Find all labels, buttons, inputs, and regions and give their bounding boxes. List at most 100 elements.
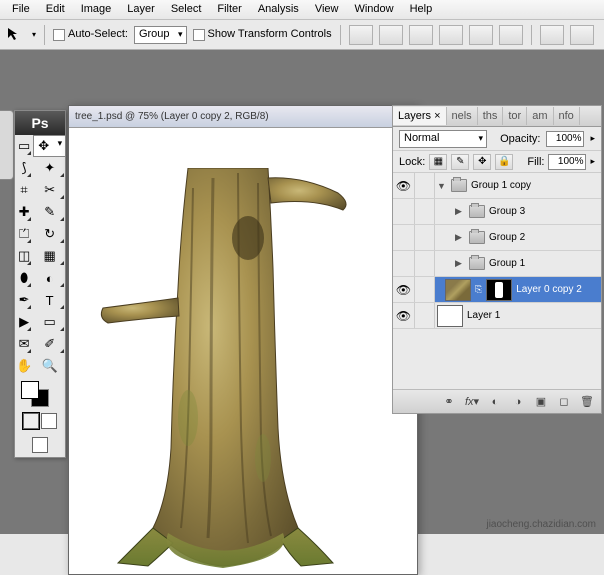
- tab-paths[interactable]: ths: [478, 107, 504, 125]
- layer-row[interactable]: 👁 Layer 1: [393, 303, 601, 329]
- collapsed-panel-tab[interactable]: [0, 110, 14, 180]
- visibility-toggle[interactable]: 👁: [393, 303, 415, 328]
- stamp-tool[interactable]: ⏍: [15, 223, 33, 245]
- visibility-toggle[interactable]: 👁: [393, 173, 415, 198]
- blur-tool[interactable]: ⬮: [15, 267, 33, 289]
- link-layers-button[interactable]: ⚭: [439, 393, 459, 411]
- menu-analysis[interactable]: Analysis: [250, 0, 307, 19]
- move-tool[interactable]: ✥: [33, 135, 66, 157]
- tool-preset-dropdown-icon[interactable]: ▾: [32, 30, 36, 39]
- auto-select-type-select[interactable]: Group: [134, 26, 187, 44]
- eyedropper-tool[interactable]: ✐: [33, 333, 66, 355]
- pen-tool[interactable]: ✒: [15, 289, 33, 311]
- new-layer-button[interactable]: ◻: [554, 393, 574, 411]
- opacity-input[interactable]: 100%: [546, 131, 584, 147]
- blend-mode-select[interactable]: Normal: [399, 130, 487, 148]
- marquee-tool[interactable]: ▭: [15, 135, 33, 157]
- history-brush-tool[interactable]: ↻: [33, 223, 66, 245]
- menu-filter[interactable]: Filter: [209, 0, 249, 19]
- layer-thumbnail[interactable]: [445, 279, 471, 301]
- layer-row[interactable]: ▶ Group 1: [393, 251, 601, 277]
- standard-mode-button[interactable]: [23, 413, 39, 429]
- notes-tool[interactable]: ✉: [15, 333, 33, 355]
- layer-name[interactable]: Group 1 copy: [471, 180, 531, 191]
- fill-slider-icon[interactable]: ▸: [590, 156, 595, 167]
- tab-history[interactable]: tor: [503, 107, 527, 125]
- twisty-icon[interactable]: ▼: [437, 181, 447, 191]
- canvas[interactable]: [73, 128, 413, 570]
- move-tool-icon[interactable]: [6, 26, 24, 44]
- distribute-button[interactable]: [570, 25, 594, 45]
- lock-transparency-button[interactable]: ▦: [429, 154, 447, 170]
- gradient-tool[interactable]: ▦: [33, 245, 66, 267]
- tab-channels[interactable]: nels: [447, 107, 478, 125]
- screen-mode-button[interactable]: [32, 437, 48, 453]
- quickmask-mode-button[interactable]: [41, 413, 57, 429]
- visibility-toggle[interactable]: 👁: [393, 277, 415, 302]
- lasso-tool[interactable]: ⟆: [15, 157, 33, 179]
- layer-row[interactable]: 👁 ⎘ Layer 0 copy 2: [393, 277, 601, 303]
- tab-info[interactable]: nfo: [554, 107, 580, 125]
- layer-name[interactable]: Group 2: [489, 232, 525, 243]
- layer-row[interactable]: ▶ Group 3: [393, 199, 601, 225]
- visibility-toggle[interactable]: [393, 251, 415, 276]
- distribute-button[interactable]: [540, 25, 564, 45]
- eraser-tool[interactable]: ◫: [15, 245, 33, 267]
- align-left-button[interactable]: [439, 25, 463, 45]
- zoom-tool[interactable]: 🔍: [33, 355, 66, 377]
- hand-tool[interactable]: ✋: [15, 355, 33, 377]
- crop-tool[interactable]: ⌗: [15, 179, 33, 201]
- opacity-slider-icon[interactable]: ▸: [590, 133, 595, 144]
- twisty-icon[interactable]: ▶: [455, 258, 465, 269]
- slice-tool[interactable]: ✂: [33, 179, 66, 201]
- shape-tool[interactable]: ▭: [33, 311, 66, 333]
- menu-view[interactable]: View: [307, 0, 347, 19]
- align-hcenter-button[interactable]: [469, 25, 493, 45]
- visibility-toggle[interactable]: [393, 225, 415, 250]
- twisty-icon[interactable]: ▶: [455, 232, 465, 243]
- twisty-icon[interactable]: ▶: [455, 206, 465, 217]
- tab-layers[interactable]: Layers ×: [393, 107, 447, 125]
- menu-window[interactable]: Window: [346, 0, 401, 19]
- auto-select-checkbox[interactable]: Auto-Select:: [53, 28, 128, 40]
- align-right-button[interactable]: [499, 25, 523, 45]
- path-select-tool[interactable]: ▶: [15, 311, 33, 333]
- delete-layer-button[interactable]: 🗑: [577, 393, 597, 411]
- mask-thumbnail[interactable]: [486, 279, 512, 301]
- align-top-button[interactable]: [349, 25, 373, 45]
- brush-tool[interactable]: ✎: [33, 201, 66, 223]
- layer-mask-button[interactable]: ◐: [485, 393, 505, 411]
- heal-tool[interactable]: ✚: [15, 201, 33, 223]
- menu-layer[interactable]: Layer: [119, 0, 163, 19]
- menu-edit[interactable]: Edit: [38, 0, 73, 19]
- menu-image[interactable]: Image: [73, 0, 120, 19]
- tab-histogram[interactable]: am: [527, 107, 553, 125]
- foreground-color[interactable]: [21, 381, 39, 399]
- adjustment-layer-button[interactable]: ◑: [508, 393, 528, 411]
- layer-name[interactable]: Group 1: [489, 258, 525, 269]
- align-bottom-button[interactable]: [409, 25, 433, 45]
- layer-row[interactable]: ▶ Group 2: [393, 225, 601, 251]
- wand-tool[interactable]: ✦: [33, 157, 66, 179]
- menu-file[interactable]: File: [4, 0, 38, 19]
- menu-select[interactable]: Select: [163, 0, 210, 19]
- layer-thumbnail[interactable]: [437, 305, 463, 327]
- type-tool[interactable]: T: [33, 289, 66, 311]
- layer-style-button[interactable]: fx▾: [462, 393, 482, 411]
- menu-help[interactable]: Help: [402, 0, 441, 19]
- lock-pixels-button[interactable]: ✎: [451, 154, 469, 170]
- visibility-toggle[interactable]: [393, 199, 415, 224]
- color-swatches[interactable]: [15, 377, 65, 409]
- layer-name[interactable]: Group 3: [489, 206, 525, 217]
- dodge-tool[interactable]: ◐: [33, 267, 66, 289]
- lock-position-button[interactable]: ✥: [473, 154, 491, 170]
- layer-name[interactable]: Layer 1: [467, 310, 500, 321]
- new-group-button[interactable]: ▣: [531, 393, 551, 411]
- fill-input[interactable]: 100%: [548, 154, 586, 170]
- show-transform-checkbox[interactable]: Show Transform Controls: [193, 28, 332, 40]
- layer-name[interactable]: Layer 0 copy 2: [516, 284, 582, 295]
- align-vcenter-button[interactable]: [379, 25, 403, 45]
- layer-row[interactable]: 👁 ▼ Group 1 copy: [393, 173, 601, 199]
- lock-all-button[interactable]: 🔒: [495, 154, 513, 170]
- mask-link-icon[interactable]: ⎘: [475, 284, 482, 295]
